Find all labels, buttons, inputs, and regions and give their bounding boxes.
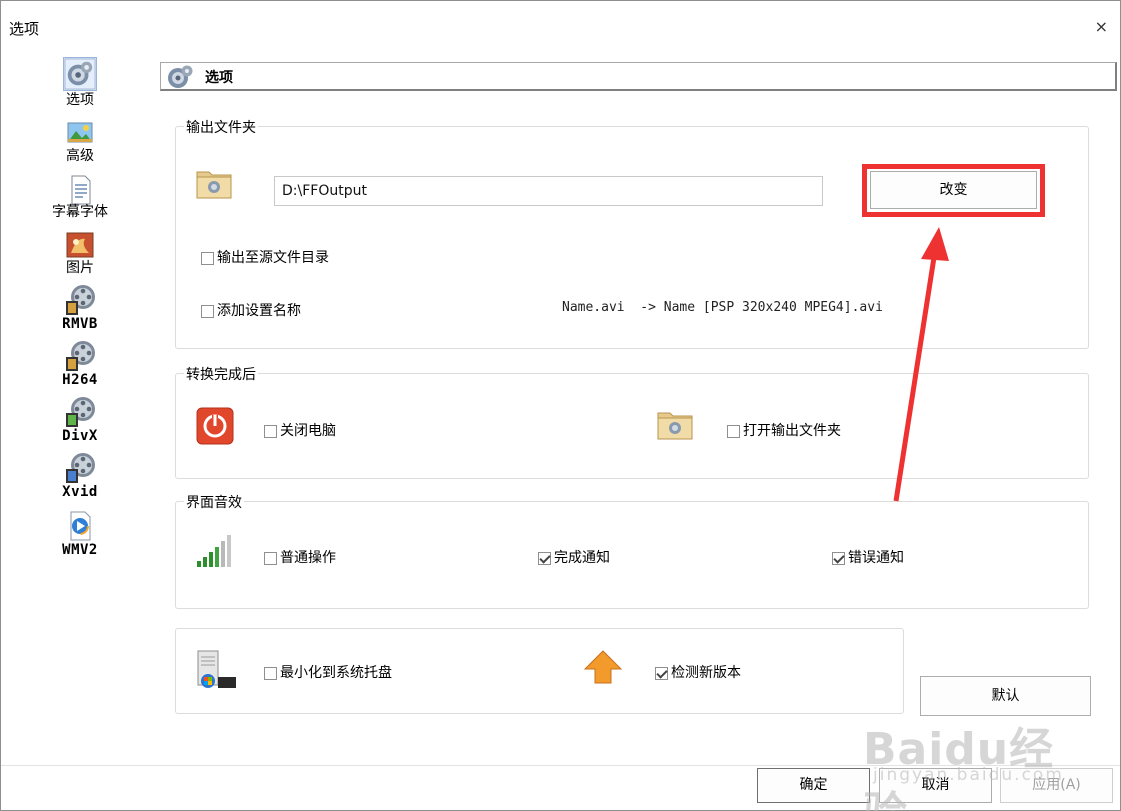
- film-reel-icon: [66, 453, 95, 483]
- checkbox-box[interactable]: [264, 666, 277, 680]
- section-header: 选项: [160, 62, 1117, 91]
- volume-bars-icon: [197, 535, 231, 567]
- apply-button[interactable]: 应用(A): [1000, 768, 1113, 803]
- output-folder-group: [175, 126, 1089, 349]
- default-button[interactable]: 默认: [920, 676, 1091, 716]
- film-reel-icon: [66, 397, 95, 427]
- folder-icon: [196, 171, 232, 199]
- highlight-box: [862, 164, 1045, 217]
- error-notify-checkbox[interactable]: 错误通知: [832, 549, 904, 567]
- checkbox-label: 打开输出文件夹: [743, 423, 841, 439]
- checkbox-label: 输出至源文件目录: [217, 250, 329, 266]
- sidebar-item-label: DivX: [62, 428, 98, 444]
- checkbox-box[interactable]: [655, 666, 668, 680]
- checkbox-box[interactable]: [538, 551, 551, 565]
- options-dialog: 选项 × 选项 高级 字幕字体 图片 RMVB H264 DivX Xvid W…: [0, 0, 1121, 811]
- page-title: 选项: [205, 70, 233, 86]
- ok-button[interactable]: 确定: [757, 768, 870, 803]
- checkbox-label: 最小化到系统托盘: [280, 665, 392, 681]
- options-icon: [168, 65, 193, 88]
- folder-icon: [657, 412, 693, 440]
- checkbox-label: 完成通知: [554, 550, 610, 566]
- checkbox-box[interactable]: [201, 304, 214, 318]
- window-title: 选项: [9, 20, 40, 38]
- sidebar-item-label: 高级: [66, 148, 94, 164]
- checkbox-label: 添加设置名称: [217, 303, 301, 319]
- normal-operation-sound-checkbox[interactable]: 普通操作: [264, 549, 336, 567]
- film-reel-icon: [66, 341, 95, 371]
- output-folder-group-title: 输出文件夹: [184, 117, 258, 137]
- open-output-folder-checkbox[interactable]: 打开输出文件夹: [727, 422, 841, 440]
- checkbox-box[interactable]: [832, 551, 845, 565]
- sidebar-item-label: WMV2: [62, 542, 98, 558]
- annotation-arrow: [893, 227, 949, 502]
- checkbox-label: 关闭电脑: [280, 423, 336, 439]
- checkbox-box[interactable]: [727, 424, 740, 438]
- after-convert-group-title: 转换完成后: [184, 364, 258, 384]
- update-arrow-icon: [583, 650, 623, 684]
- options-icon: [63, 57, 97, 91]
- cancel-button[interactable]: 取消: [879, 768, 992, 803]
- output-to-source-checkbox[interactable]: 输出至源文件目录: [201, 249, 329, 267]
- sidebar-item-label: RMVB: [62, 316, 98, 332]
- power-icon: [196, 407, 234, 445]
- checkbox-label: 错误通知: [848, 550, 904, 566]
- sidebar-item-label: 字幕字体: [52, 204, 108, 220]
- image-icon: [66, 232, 94, 258]
- checkbox-box[interactable]: [264, 551, 277, 565]
- close-button[interactable]: ×: [1095, 17, 1108, 37]
- subtitle-document-icon: [71, 175, 91, 205]
- sidebar-item-label: 图片: [66, 260, 94, 276]
- shutdown-checkbox[interactable]: 关闭电脑: [264, 422, 336, 440]
- checkbox-label: 检测新版本: [671, 665, 741, 681]
- filename-example: Name.avi -> Name [PSP 320x240 MPEG4].avi: [562, 300, 883, 315]
- footer-divider: [1, 765, 1120, 766]
- output-path-input[interactable]: [274, 176, 823, 206]
- picture-advanced-icon: [67, 122, 93, 143]
- film-reel-icon: [66, 285, 95, 315]
- checkbox-box[interactable]: [264, 424, 277, 438]
- sound-group-title: 界面音效: [184, 492, 244, 512]
- check-update-checkbox[interactable]: 检测新版本: [655, 664, 741, 682]
- sidebar-item-label: Xvid: [62, 484, 98, 500]
- add-setting-name-checkbox[interactable]: 添加设置名称: [201, 302, 301, 320]
- sidebar-item-label: H264: [62, 372, 98, 388]
- checkbox-label: 普通操作: [280, 550, 336, 566]
- minimize-to-tray-checkbox[interactable]: 最小化到系统托盘: [264, 664, 392, 682]
- complete-notify-checkbox[interactable]: 完成通知: [538, 549, 610, 567]
- checkbox-box[interactable]: [201, 251, 214, 265]
- system-tray-icon: [197, 650, 236, 688]
- sidebar-item-label: 选项: [66, 92, 94, 108]
- title-bar: 选项 ×: [1, 1, 1120, 55]
- media-player-icon: [70, 511, 91, 541]
